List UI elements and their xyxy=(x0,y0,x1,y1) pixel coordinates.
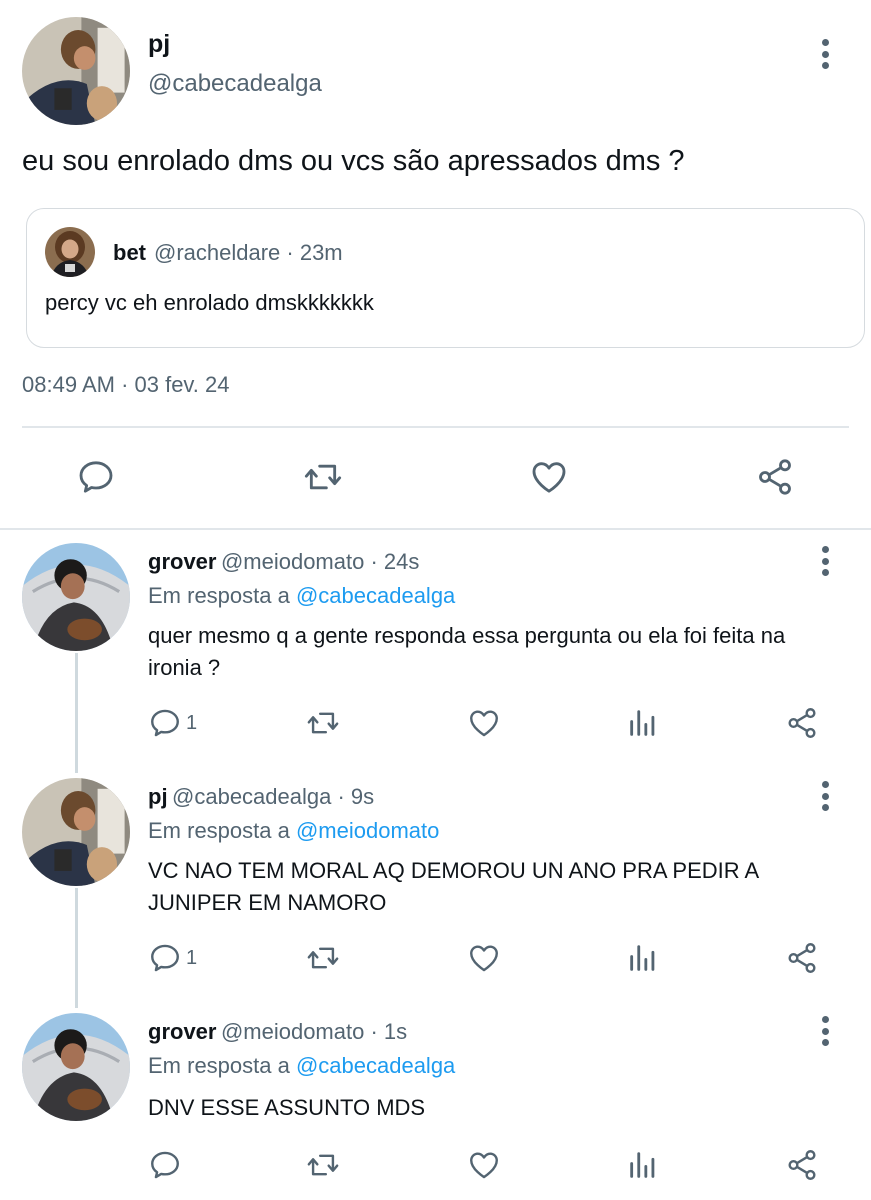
avatar-image xyxy=(22,17,130,125)
more-vert-icon[interactable] xyxy=(820,546,830,576)
divider xyxy=(22,426,849,428)
replying-to-link[interactable]: @cabecadealga xyxy=(296,1053,455,1078)
views-button[interactable] xyxy=(626,706,660,740)
reply-icon xyxy=(148,941,182,975)
retweet-icon xyxy=(302,457,344,497)
quoted-tweet-text: percy vc eh enrolado dmskkkkkkk xyxy=(45,290,374,315)
share-button[interactable] xyxy=(754,457,796,497)
replying-to-link[interactable]: @cabecadealga xyxy=(296,583,455,608)
share-icon xyxy=(784,1148,820,1182)
retweet-icon xyxy=(305,706,341,740)
reply-author-name[interactable]: pj xyxy=(148,784,168,809)
retweet-button[interactable] xyxy=(305,941,341,975)
share-icon xyxy=(784,706,820,740)
replying-to: Em resposta a @cabecadealga xyxy=(148,583,455,609)
avatar-image xyxy=(22,1013,130,1121)
reply-icon xyxy=(76,457,116,497)
replying-to-label: Em resposta a xyxy=(148,583,296,608)
thread-line xyxy=(75,888,78,1008)
more-vert-icon[interactable] xyxy=(820,1016,830,1046)
reply-author-name[interactable]: grover xyxy=(148,1019,216,1044)
like-button[interactable] xyxy=(466,706,502,740)
avatar-image xyxy=(45,227,95,277)
like-button[interactable] xyxy=(466,1148,502,1182)
author-name[interactable]: pj xyxy=(148,30,170,59)
reply-text: quer mesmo q a gente responda essa pergu… xyxy=(148,623,786,680)
retweet-button[interactable] xyxy=(305,706,341,740)
divider xyxy=(0,528,871,530)
like-button[interactable] xyxy=(528,457,570,497)
reply-count: 1 xyxy=(186,711,198,734)
like-icon xyxy=(528,457,570,497)
quoted-tweet[interactable] xyxy=(26,208,865,348)
reply-icon xyxy=(148,706,182,740)
reply-author-handle[interactable]: @cabecadealga · 9s xyxy=(172,784,374,809)
quoted-author-name: bet xyxy=(113,240,146,265)
like-icon xyxy=(466,706,502,740)
retweet-icon xyxy=(305,1148,341,1182)
like-icon xyxy=(466,941,502,975)
retweet-icon xyxy=(305,941,341,975)
replying-to-label: Em resposta a xyxy=(148,818,296,843)
tweet-text: eu sou enrolado dms ou vcs são apressado… xyxy=(22,145,685,177)
share-button[interactable] xyxy=(784,706,820,740)
reply-header: pj @cabecadealga · 9s xyxy=(148,784,374,810)
like-button[interactable] xyxy=(466,941,502,975)
reply-button[interactable] xyxy=(76,457,116,497)
replying-to-label: Em resposta a xyxy=(148,1053,296,1078)
replying-to-link[interactable]: @meiodomato xyxy=(296,818,439,843)
quoted-author-handle: @racheldare · 23m xyxy=(154,240,343,265)
reply-header: grover @meiodomato · 24s xyxy=(148,549,419,575)
views-icon xyxy=(626,1148,660,1182)
reply-text: DNV ESSE ASSUNTO MDS xyxy=(148,1095,426,1120)
like-icon xyxy=(466,1148,502,1182)
author-avatar[interactable] xyxy=(22,17,130,125)
views-icon xyxy=(626,706,660,740)
reply-avatar[interactable] xyxy=(22,1013,130,1121)
author-handle[interactable]: @cabecadealga xyxy=(148,70,322,98)
avatar-image xyxy=(22,543,130,651)
reply-author-handle[interactable]: @meiodomato · 24s xyxy=(221,549,419,574)
more-vert-icon[interactable] xyxy=(820,39,830,69)
reply-text: VC NAO TEM MORAL AQ DEMOROU UN ANO PRA P… xyxy=(148,858,759,915)
share-button[interactable] xyxy=(784,1148,820,1182)
more-vert-icon[interactable] xyxy=(820,781,830,811)
reply-button[interactable] xyxy=(148,1148,186,1182)
views-button[interactable] xyxy=(626,941,660,975)
reply-button[interactable]: 1 xyxy=(148,706,197,740)
reply-author-name[interactable]: grover xyxy=(148,549,216,574)
reply-avatar[interactable] xyxy=(22,543,130,651)
reply-avatar[interactable] xyxy=(22,778,130,886)
reply-button[interactable]: 1 xyxy=(148,941,197,975)
share-button[interactable] xyxy=(784,941,820,975)
reply-count: 1 xyxy=(186,946,198,969)
avatar-image xyxy=(22,778,130,886)
reply-author-handle[interactable]: @meiodomato · 1s xyxy=(221,1019,407,1044)
reply-icon xyxy=(148,1148,182,1182)
reply-header: grover @meiodomato · 1s xyxy=(148,1019,407,1045)
tweet-timestamp[interactable]: 08:49 AM · 03 fev. 24 xyxy=(22,372,230,398)
quoted-author-avatar[interactable] xyxy=(45,227,95,277)
share-icon xyxy=(754,457,796,497)
retweet-button[interactable] xyxy=(305,1148,341,1182)
share-icon xyxy=(784,941,820,975)
retweet-button[interactable] xyxy=(302,457,344,497)
replying-to: Em resposta a @meiodomato xyxy=(148,818,439,844)
views-button[interactable] xyxy=(626,1148,660,1182)
thread-line xyxy=(75,653,78,773)
replying-to: Em resposta a @cabecadealga xyxy=(148,1053,455,1079)
views-icon xyxy=(626,941,660,975)
